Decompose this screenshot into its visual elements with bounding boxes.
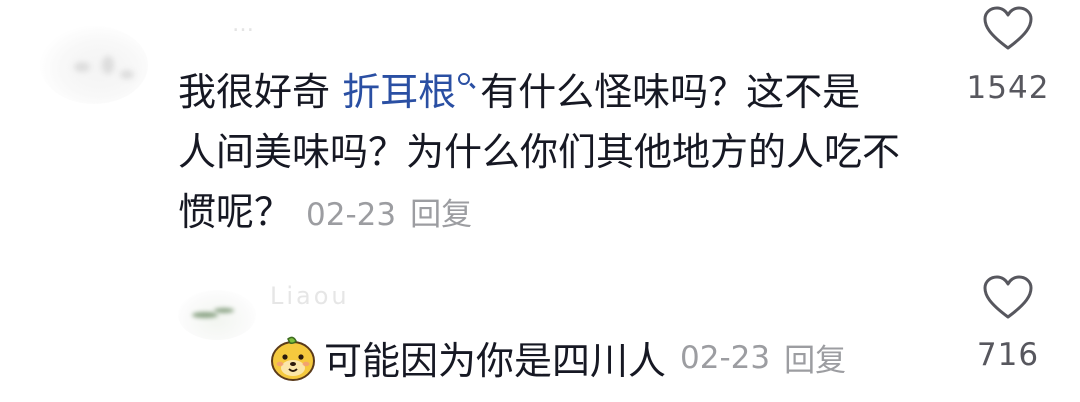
username[interactable]: …: [232, 12, 256, 37]
avatar[interactable]: [178, 290, 256, 340]
comment-text: 可能因为你是四川人: [324, 339, 667, 383]
comment-section: … 我很好奇 折耳根 有什么怪味吗？这不是 人间美味吗？为什么你们其他地方的人吃不…: [0, 0, 1080, 402]
comment-date: 02-23: [306, 197, 397, 233]
mention-link[interactable]: 折耳根: [342, 70, 456, 114]
like-count: 716: [976, 337, 1040, 373]
reply-button[interactable]: 回复: [410, 197, 472, 233]
comment-date: 02-23: [680, 339, 771, 376]
heart-outline-icon[interactable]: [983, 6, 1033, 52]
reply-button[interactable]: 回复: [784, 335, 846, 380]
avatar-detail: [192, 312, 218, 318]
reply-comment: 可能因为你是四川人 02-23 回复: [268, 330, 846, 385]
search-icon[interactable]: [458, 73, 471, 85]
like-control[interactable]: 716: [968, 275, 1048, 373]
username[interactable]: Liaou: [270, 282, 350, 310]
avatar-detail: [214, 308, 234, 313]
comment-text-part: 人间美味吗？为什么你们其他地方的人吃不: [178, 130, 901, 174]
dog-face-emoji: [271, 336, 315, 381]
comment-text: 我很好奇 折耳根 有什么怪味吗？这不是 人间美味吗？为什么你们其他地方的人吃不 惯…: [178, 62, 938, 245]
comment-text-part: 我很好奇: [178, 70, 343, 114]
avatar[interactable]: [40, 26, 148, 104]
heart-outline-icon[interactable]: [983, 275, 1033, 321]
avatar-detail: [102, 56, 114, 74]
like-control[interactable]: 1542: [966, 6, 1050, 106]
comment-text-part: 有什么怪味吗？这不是: [480, 70, 861, 114]
avatar-detail: [74, 62, 90, 72]
like-count: 1542: [966, 70, 1050, 106]
avatar-detail: [120, 70, 134, 79]
comment-text-part: 惯呢？: [178, 190, 293, 234]
